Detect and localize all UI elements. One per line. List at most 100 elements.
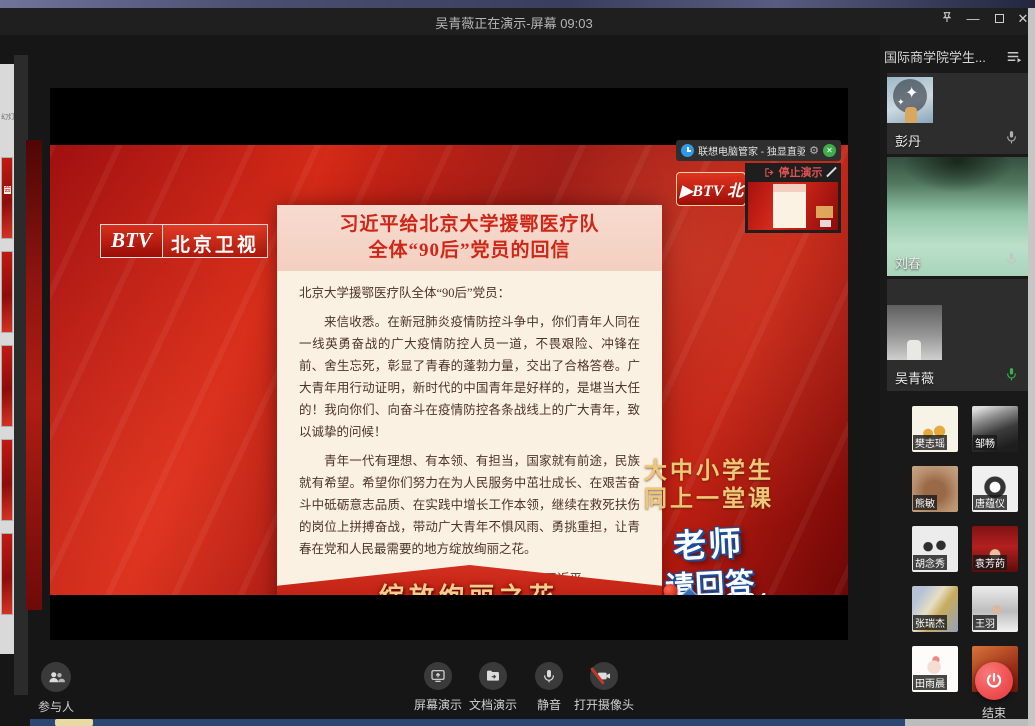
- promo-line2: 同上一堂课: [616, 485, 802, 513]
- clock-icon: [681, 144, 694, 157]
- mic-icon: [535, 662, 563, 690]
- participant-name: 刘春: [895, 253, 921, 272]
- letter-title-block: 习近平给北京大学援鄂医疗队 全体“90后”党员的回信: [277, 205, 662, 271]
- end-meeting-button[interactable]: [975, 662, 1013, 700]
- participant-tile[interactable]: 唐蕴仪: [972, 466, 1018, 512]
- maximize-button[interactable]: [988, 10, 1010, 28]
- shared-screen-video: BTV 北京卫视 习近平给北京大学援鄂医疗队 全体“90后”党员的回信 北京大学…: [50, 88, 848, 640]
- camera-off-icon: [590, 662, 618, 690]
- promo-line1: 大中小学生: [616, 457, 802, 485]
- sparkle-icon: ✦: [905, 83, 918, 103]
- doc-share-icon: [479, 662, 507, 690]
- notification-text: 联想电脑管家 - 独显直驱: [698, 143, 805, 158]
- desktop-item-sliver: [55, 719, 93, 726]
- participant-tile[interactable]: 熊敏: [912, 466, 958, 512]
- notification-close-icon[interactable]: ✕: [823, 144, 836, 157]
- participant-name: 樊志瑶: [913, 435, 947, 450]
- participant-tile[interactable]: 樊志瑶: [912, 406, 958, 452]
- stop-presenting-label: 停止演示: [779, 164, 823, 180]
- participant-name-row: 刘春: [887, 252, 1028, 276]
- mic-active-icon[interactable]: [1005, 367, 1018, 387]
- participant-name-row: 吴青薇: [887, 367, 1028, 391]
- diamond-shape: [676, 587, 703, 595]
- letter-panel: 习近平给北京大学援鄂医疗队 全体“90后”党员的回信 北京大学援鄂医疗队全体“9…: [277, 205, 662, 595]
- slide-thumbnail: [1, 251, 13, 333]
- doc-share-label: 文档演示: [465, 696, 521, 713]
- btv-channel-name: 北京卫视: [162, 224, 268, 258]
- participant-tile[interactable]: 田雨晨: [912, 646, 958, 692]
- show-logo: 老师 请回答: [614, 513, 804, 595]
- participant-name: 袁芳菂: [973, 555, 1007, 570]
- slide-thumbnail: [1, 345, 13, 427]
- background-window-edge-bottom: [30, 719, 905, 726]
- participant-tile[interactable]: 胡念秀: [912, 526, 958, 572]
- slide-thumbnail-text: 会: [4, 186, 11, 194]
- screen-share-button[interactable]: 屏幕演示: [410, 662, 466, 713]
- minimize-button[interactable]: —: [962, 10, 984, 28]
- presenting-title: 吴青薇正在演示-屏幕 09:03: [0, 13, 1028, 32]
- participant-tile[interactable]: 袁芳菂: [972, 526, 1018, 572]
- participant-tile[interactable]: 刘春: [887, 157, 1028, 276]
- share-thumbnail: [748, 182, 838, 230]
- participant-name: 熊敏: [913, 495, 937, 510]
- stop-presenting-button[interactable]: 停止演示: [745, 163, 841, 181]
- share-thumbnail-block: [820, 220, 831, 227]
- participant-tile[interactable]: 张瑞杰: [912, 586, 958, 632]
- btv-abbr: BTV: [100, 224, 162, 258]
- participant-tile[interactable]: ✦ ✦ 彭丹: [887, 73, 1028, 154]
- slide-thumbnail: 会: [1, 157, 13, 239]
- share-thumbnail-block: [816, 206, 832, 218]
- lenovo-manager-notification[interactable]: 联想电脑管家 - 独显直驱 ⚙ ✕: [676, 140, 841, 161]
- letter-salutation: 北京大学援鄂医疗队全体“90后”党员：: [299, 282, 640, 304]
- maximize-icon: [995, 14, 1004, 23]
- meeting-window: 吴青薇正在演示-屏幕 09:03 — ✕ 幻灯 会 BTV 北京卫视: [0, 0, 1035, 726]
- participants-panel: 国际商学院学生... ✦ ✦ 彭丹 刘春: [880, 35, 1028, 726]
- participant-tile[interactable]: 邹畅: [972, 406, 1018, 452]
- mic-icon[interactable]: [1005, 130, 1018, 150]
- stop-presenting-icon: [764, 167, 775, 178]
- meeting-group-header[interactable]: 国际商学院学生...: [884, 47, 1024, 67]
- letter-body: 北京大学援鄂医疗队全体“90后”党员： 来信收悉。在新冠肺炎疫情防控斗争中，你们…: [277, 271, 662, 595]
- participant-tile[interactable]: 王羽: [972, 586, 1018, 632]
- mute-label: 静音: [521, 696, 577, 713]
- mute-button[interactable]: 静音: [521, 662, 577, 713]
- participant-tile[interactable]: 吴青薇: [887, 279, 1028, 391]
- slide-thumbnail: [1, 439, 13, 521]
- gear-icon[interactable]: ⚙: [809, 144, 819, 157]
- letter-paragraph-2: 青年一代有理想、有本领、有担当，国家就有前途，民族就有希望。希望你们努力在为人民…: [299, 450, 640, 560]
- camera-button[interactable]: 打开摄像头: [572, 662, 636, 713]
- btv-mini-logo-text: ▶BTV 北: [680, 177, 743, 201]
- presenter-preview-window: 停止演示: [745, 163, 841, 233]
- participant-name: 王羽: [973, 615, 997, 630]
- mic-icon[interactable]: [1005, 252, 1018, 272]
- background-window-edge-top: [0, 0, 1035, 8]
- background-window-edge-right: [1028, 8, 1035, 726]
- tv-broadcast-frame: BTV 北京卫视 习近平给北京大学援鄂医疗队 全体“90后”党员的回信 北京大学…: [50, 145, 848, 595]
- desktop-behind-red-window: [26, 140, 42, 610]
- avatar: ✦ ✦: [887, 77, 933, 123]
- avatar: [887, 305, 942, 360]
- slides-panel-sliver: 幻灯 会: [0, 64, 14, 654]
- schedule-row: 周一周二 21:24: [616, 589, 812, 595]
- sparkle-icon: ✦: [897, 97, 905, 108]
- participants-button[interactable]: 参与人: [24, 662, 88, 715]
- participants-icon: [41, 662, 71, 692]
- doc-share-button[interactable]: 文档演示: [465, 662, 521, 713]
- pin-icon[interactable]: [936, 10, 958, 28]
- presentation-stage: 幻灯 会 BTV 北京卫视 习近平给北京大学援鄂医疗队: [0, 35, 880, 726]
- slide-thumbnail: [1, 533, 13, 615]
- schedule-time: 21:24: [714, 591, 770, 595]
- background-window-edge-bottom-right: [905, 719, 1028, 726]
- participant-list-icon[interactable]: [1007, 50, 1022, 68]
- participant-name: 吴青薇: [895, 368, 934, 387]
- participant-name: 田雨晨: [913, 675, 947, 690]
- power-icon: [984, 671, 1004, 691]
- slides-panel-label: 幻灯: [1, 112, 14, 122]
- participant-name: 唐蕴仪: [973, 495, 1007, 510]
- participant-name: 彭丹: [895, 131, 921, 150]
- participant-name: 张瑞杰: [913, 615, 947, 630]
- title-bar[interactable]: 吴青薇正在演示-屏幕 09:03: [0, 8, 1028, 35]
- letter-title-line1: 习近平给北京大学援鄂医疗队: [277, 212, 662, 238]
- participant-name: 胡念秀: [913, 555, 947, 570]
- share-thumbnail-letter: [773, 184, 805, 228]
